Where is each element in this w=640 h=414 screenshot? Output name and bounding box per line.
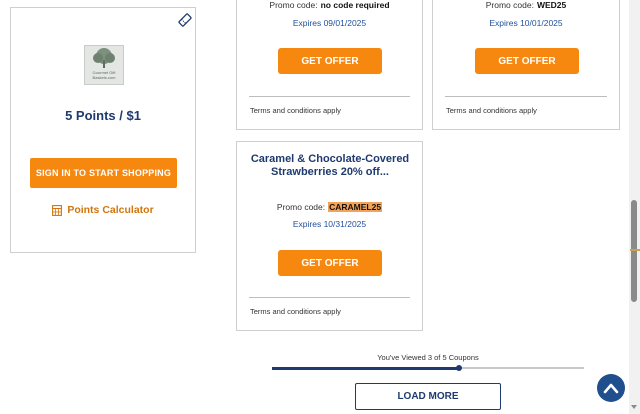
chevron-up-icon: [603, 383, 619, 394]
expiry-date: Expires 10/01/2025: [489, 18, 563, 28]
expiry-date: Expires 09/01/2025: [292, 18, 367, 28]
expiry-date: Expires 10/31/2025: [292, 219, 367, 229]
terms-link[interactable]: Terms and conditions apply: [446, 106, 537, 115]
divider: [249, 297, 410, 298]
terms-link[interactable]: Terms and conditions apply: [250, 106, 341, 115]
scrollbar-thumb[interactable]: [631, 200, 637, 302]
get-offer-button[interactable]: GET OFFER: [278, 48, 382, 74]
sign-in-button[interactable]: SIGN IN TO START SHOPPING: [30, 158, 177, 188]
coupon-card: Promo code: no code required Expires 09/0…: [236, 0, 423, 130]
promo-code: WED25: [536, 0, 567, 10]
progress-fill: [272, 366, 460, 370]
promo-code: no code required: [320, 0, 390, 10]
scroll-to-top-button[interactable]: [597, 374, 625, 402]
coupon-card: Promo code: WED25 Expires 10/01/2025 GET …: [432, 0, 620, 130]
promo-label: Promo code:: [485, 0, 534, 10]
points-calculator-link[interactable]: Points Calculator: [11, 204, 195, 216]
coupon-card: Caramel & Chocolate-Covered Strawberries…: [236, 141, 423, 331]
calculator-icon: [52, 204, 63, 216]
coupon-title-line: Strawberries 20% off...: [271, 166, 389, 178]
side-marker: [630, 249, 640, 251]
tree-logo-icon: [93, 48, 115, 68]
get-offer-button[interactable]: GET OFFER: [475, 48, 579, 74]
terms-link[interactable]: Terms and conditions apply: [250, 307, 341, 316]
coupon-title-line: Caramel & Chocolate-Covered: [250, 153, 410, 165]
promo-code-line: Promo code: CARAMEL25: [237, 202, 422, 212]
points-rate: 5 Points / $1: [65, 108, 141, 123]
store-logo: Gourmet Gift Baskets.com: [84, 45, 124, 85]
coupon-title[interactable]: Caramel & Chocolate-Covered Strawberries…: [245, 153, 415, 179]
get-offer-button[interactable]: GET OFFER: [278, 250, 382, 276]
tag-icon[interactable]: [177, 12, 193, 28]
promo-label: Promo code:: [276, 202, 326, 212]
coupon-progress-bar: [272, 364, 584, 371]
page-scrollbar[interactable]: [629, 0, 640, 414]
progress-marker: [456, 364, 463, 371]
load-more-button[interactable]: LOAD MORE: [355, 383, 501, 410]
divider: [445, 96, 607, 97]
scroll-down-arrow-icon[interactable]: [631, 405, 637, 409]
promo-label: Promo code:: [269, 0, 318, 10]
promo-code-line: Promo code: WED25: [433, 0, 619, 10]
points-calculator-label: Points Calculator: [67, 204, 154, 216]
viewed-count-text: You've Viewed 3 of 5 Coupons: [377, 353, 479, 362]
store-card: Gourmet Gift Baskets.com 5 Points / $1 S…: [10, 7, 196, 253]
promo-code: CARAMEL25: [328, 202, 383, 212]
promo-code-line: Promo code: no code required: [237, 0, 422, 10]
logo-text: Gourmet Gift Baskets.com: [92, 70, 116, 80]
divider: [249, 96, 410, 97]
